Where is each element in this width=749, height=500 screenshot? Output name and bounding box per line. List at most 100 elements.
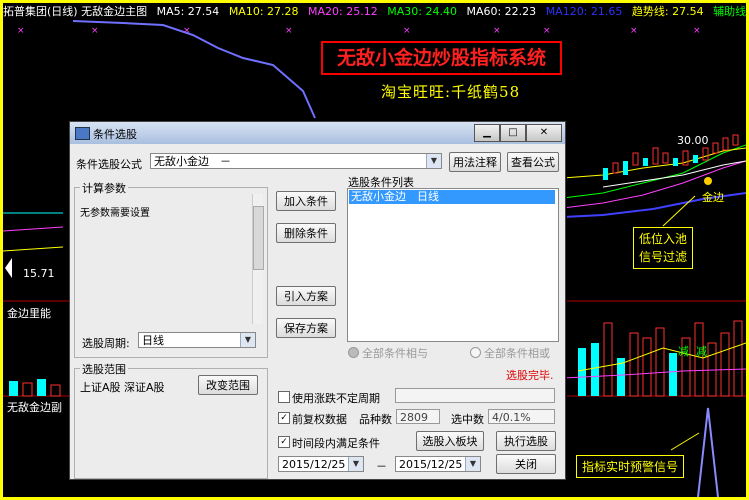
annotation-line: 信号过滤 (639, 250, 688, 264)
time-cond-checkbox[interactable]: ✓ (278, 436, 290, 448)
dialog-titlebar[interactable]: 条件选股 ▁ □ ✕ (70, 122, 565, 144)
pre-adjust-label: 前复权数据 (292, 413, 347, 426)
arrow (670, 432, 700, 451)
close-icon[interactable]: ✕ (526, 124, 562, 142)
scroll-left-icon[interactable] (5, 258, 12, 278)
maximize-button[interactable]: □ (500, 124, 526, 142)
list-item[interactable]: 无敌小金边 日线 (349, 190, 555, 204)
chevron-down-icon[interactable]: ▼ (465, 457, 480, 471)
arrow (662, 195, 696, 227)
period-select[interactable]: 日线 ▼ (138, 332, 256, 348)
indicator2-name: 无敌金边副 (7, 401, 62, 414)
view-formula-button[interactable]: 查看公式 (507, 152, 559, 172)
volume-ma2 (562, 368, 746, 379)
ma10-line (562, 147, 746, 179)
jinbian-label: 金边 (702, 191, 724, 204)
date-to-value: 2015/12/25 (399, 458, 463, 471)
params-group-title: 计算参数 (80, 180, 128, 196)
date-separator: － (376, 460, 387, 473)
candles (603, 134, 739, 180)
count-value: 2809 (396, 409, 440, 424)
selected-label: 选中数 (451, 413, 484, 426)
ma5-label: MA5: 27.54 (156, 5, 220, 18)
date-to-picker[interactable]: 2015/12/25 ▼ (395, 456, 481, 472)
params-text: 无参数需要设置 (80, 208, 150, 219)
chevron-down-icon[interactable]: ▼ (348, 457, 363, 471)
change-range-button[interactable]: 改变范围 (198, 375, 258, 395)
svg-text:×: × (543, 26, 551, 36)
time-cond-label: 时间段内满足条件 (292, 437, 380, 450)
status-text: 选股完毕. (506, 369, 554, 382)
dialog-title: 条件选股 (93, 128, 137, 141)
signal-label: 减 (678, 345, 689, 358)
svg-text:×: × (693, 26, 701, 36)
svg-text:×: × (285, 26, 293, 36)
signal-label: 减 (696, 345, 707, 358)
indicator1-name: 金边里能 (7, 307, 51, 320)
add-condition-button[interactable]: 加入条件 (276, 191, 336, 211)
pre-adjust-checkbox[interactable]: ✓ (278, 412, 290, 424)
realtime-annotation: 指标实时预警信号 (576, 455, 685, 478)
chevron-down-icon[interactable]: ▼ (426, 154, 441, 168)
stock-chart-window: × × × × × × × × × 拓普集团(日线) 无敌金边主图 MA5: 2… (0, 0, 749, 500)
range-value: 上证A股 深证A股 (80, 381, 165, 394)
formula-label: 条件选股公式 (76, 158, 142, 171)
minimize-button[interactable]: ▁ (474, 124, 500, 142)
chevron-down-icon[interactable]: ▼ (240, 333, 255, 347)
svg-text:×: × (17, 26, 25, 36)
and-radio[interactable] (348, 347, 359, 358)
progress-bar (395, 388, 555, 403)
ma120-label: MA120: 21.65 (545, 5, 623, 18)
trend-label: 趋势线: 27.54 (631, 5, 704, 18)
svg-text:×: × (91, 26, 99, 36)
selected-value: 4/0.1% (488, 409, 555, 424)
svg-text:×: × (403, 26, 411, 36)
formula-value: 无敌小金边 － (154, 155, 231, 168)
formula-select[interactable]: 无敌小金边 － ▼ (150, 153, 442, 169)
top-markers: × × × × × × × × × (17, 26, 701, 36)
left-ma-line (3, 246, 64, 252)
ma10-label: MA10: 27.28 (228, 5, 299, 18)
or-radio-label: 全部条件相或 (484, 347, 550, 360)
price-30-label: 30.00 (677, 134, 709, 147)
svg-text:×: × (493, 26, 501, 36)
add-to-block-button[interactable]: 选股入板块 (416, 431, 484, 451)
delete-condition-button[interactable]: 删除条件 (276, 223, 336, 243)
promo-subtitle: 淘宝旺旺:千纸鹤58 (381, 83, 521, 101)
annotation-line: 低位入池 (639, 232, 688, 246)
import-scheme-button[interactable]: 引入方案 (276, 286, 336, 306)
left-ma-line (3, 226, 64, 232)
price-15-label: 15.71 (23, 267, 55, 280)
ma-header: 拓普集团(日线) 无敌金边主图 MA5: 27.54 MA10: 27.28 M… (3, 3, 746, 20)
svg-text:×: × (183, 26, 191, 36)
date-from-picker[interactable]: 2015/12/25 ▼ (278, 456, 364, 472)
count-label: 品种数 (359, 413, 392, 426)
save-scheme-button[interactable]: 保存方案 (276, 318, 336, 338)
stock-filter-dialog: 条件选股 ▁ □ ✕ 条件选股公式 无敌小金边 － ▼ 用法注释 查看公式 计算… (69, 121, 566, 480)
ma60-label: MA60: 22.23 (466, 5, 537, 18)
ma120-line (72, 20, 316, 119)
condition-list[interactable]: 无敌小金边 日线 (347, 188, 559, 342)
close-button[interactable]: 关闭 (496, 454, 556, 474)
promo-title: 无敌小金边炒股指标系统 (321, 41, 562, 75)
low-entry-annotation: 低位入池 信号过滤 (633, 227, 694, 269)
gold-coin-icon (704, 177, 712, 185)
and-radio-label: 全部条件相与 (362, 347, 428, 360)
period-label: 选股周期: (82, 337, 130, 350)
ma20-label: MA20: 25.12 (308, 5, 378, 18)
run-filter-button[interactable]: 执行选股 (496, 431, 556, 451)
uncertain-period-checkbox[interactable] (278, 391, 290, 403)
range-group-title: 选股范围 (80, 361, 128, 377)
aux-label: 辅助线: 29.65 (713, 5, 749, 18)
or-radio[interactable] (470, 347, 481, 358)
params-scrollbar[interactable] (252, 194, 264, 324)
ma30-label: MA30: 24.40 (387, 5, 457, 18)
date-from-value: 2015/12/25 (282, 458, 346, 471)
svg-text:×: × (630, 26, 638, 36)
uncertain-period-label: 使用涨跌不定周期 (292, 392, 380, 405)
app-icon (75, 127, 90, 140)
period-value: 日线 (142, 334, 164, 347)
usage-notes-button[interactable]: 用法注释 (449, 152, 501, 172)
stock-title: 拓普集团(日线) 无敌金边主图 (3, 5, 148, 18)
warning-signal-spike (697, 407, 719, 497)
